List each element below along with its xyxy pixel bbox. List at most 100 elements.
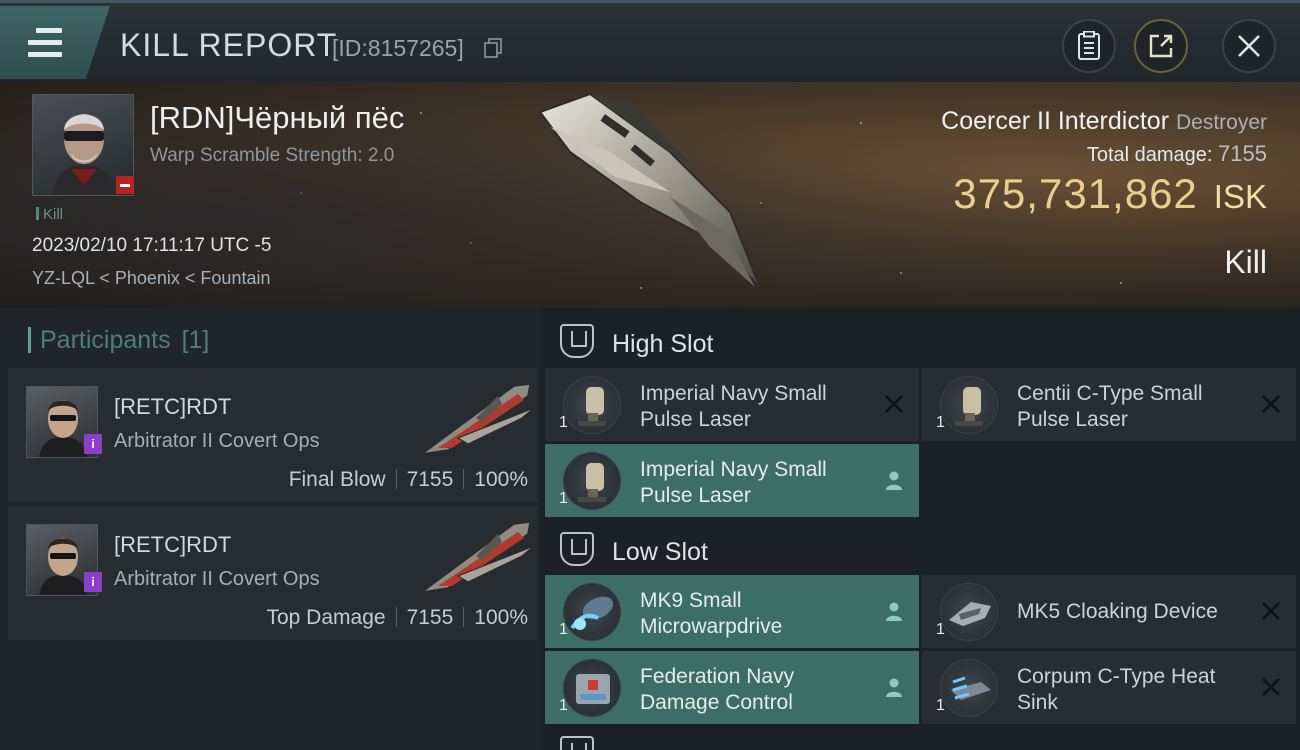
module-name: Imperial Navy Small Pulse Laser <box>640 458 827 507</box>
kill-location[interactable]: YZ-LQL < Phoenix < Fountain <box>32 268 270 289</box>
destroyed-icon <box>1262 602 1280 620</box>
mid-slot-header <box>560 736 612 750</box>
high-slot-header: High Slot <box>560 324 713 359</box>
pulse-laser-icon <box>940 376 998 434</box>
module-qty: 1 <box>559 697 568 714</box>
module-name: MK9 Small Microwarpdrive <box>640 589 783 638</box>
close-button[interactable] <box>1222 19 1276 73</box>
top-bar: KILL REPORT [ID:8157265] <box>0 0 1300 82</box>
participants-panel: Participants [1] i [RETC]RDT Arbitrator … <box>0 308 540 750</box>
total-damage-label: Total damage: <box>1086 144 1213 166</box>
module-name: Centii C-Type Small Pulse Laser <box>1017 382 1203 431</box>
participant-ship-image[interactable] <box>418 378 536 460</box>
participant-name[interactable]: [RETC]RDT <box>114 532 231 558</box>
module-item[interactable]: 1 Federation Navy Damage Control <box>545 651 919 724</box>
heat-sink-icon <box>940 659 998 717</box>
module-name: MK5 Cloaking Device <box>1017 600 1218 623</box>
damage-control-icon <box>563 659 621 717</box>
divider <box>395 607 397 627</box>
victim-ship-name[interactable]: Coercer II Interdictor Destroyer <box>941 107 1267 136</box>
dropped-person-icon <box>886 602 902 621</box>
close-icon <box>1238 35 1260 57</box>
module-qty: 1 <box>559 621 568 638</box>
participant-damage: 7155 <box>406 606 454 629</box>
low-slot-icon <box>560 532 594 566</box>
cloaking-device-icon <box>940 583 998 641</box>
divider <box>463 469 465 489</box>
pulse-laser-icon <box>563 376 621 434</box>
destroyed-icon <box>1262 395 1280 413</box>
module-item[interactable]: 1 Corpum C-Type Heat Sink <box>922 651 1296 724</box>
mid-slot-icon <box>560 736 594 750</box>
participant-card[interactable]: i [RETC]RDT Arbitrator II Covert Ops Top… <box>8 506 538 640</box>
pulse-laser-icon <box>563 452 621 510</box>
hostile-badge <box>116 176 134 194</box>
module-name: Federation Navy Damage Control <box>640 665 795 714</box>
participant-card[interactable]: i [RETC]RDT Arbitrator II Covert Ops Fin… <box>8 368 538 502</box>
module-item[interactable]: 1 Imperial Navy Small Pulse Laser <box>545 368 919 441</box>
fitting-panel: High Slot 1 Imperial Navy Small Pulse La… <box>540 308 1300 750</box>
microwarpdrive-icon <box>563 583 621 641</box>
participant-ship: Arbitrator II Covert Ops <box>114 568 320 590</box>
hamburger-icon <box>28 28 62 64</box>
clipboard-icon <box>1078 31 1100 60</box>
participant-stats: Final Blow 7155 100% <box>289 468 528 492</box>
divider <box>463 607 465 627</box>
participants-heading: Participants [1] <box>28 326 209 355</box>
low-slot-header: Low Slot <box>560 532 708 567</box>
destroyed-icon <box>1262 678 1280 696</box>
menu-button[interactable] <box>0 6 110 79</box>
isk-currency: ISK <box>1213 178 1267 215</box>
share-icon <box>1149 34 1173 58</box>
warp-scramble-strength: Warp Scramble Strength: 2.0 <box>150 145 395 166</box>
participants-count: [1] <box>181 326 210 354</box>
module-qty: 1 <box>936 697 945 714</box>
module-qty: 1 <box>559 490 568 507</box>
module-name: Imperial Navy Small Pulse Laser <box>640 382 827 431</box>
destroyed-icon <box>885 395 903 413</box>
ship-class-label: Destroyer <box>1175 111 1267 134</box>
high-slot-icon <box>560 324 594 358</box>
participant-stats: Top Damage 7155 100% <box>266 606 528 630</box>
info-badge: i <box>84 434 102 454</box>
high-slot-label: High Slot <box>612 330 714 358</box>
isk-value: 375,731,862 ISK <box>953 170 1267 218</box>
kill-datetime: 2023/02/10 17:11:17 UTC -5 <box>32 235 272 256</box>
participant-ship: Arbitrator II Covert Ops <box>114 430 320 452</box>
total-damage: Total damage: 7155 <box>1087 141 1267 167</box>
isk-amount: 375,731,862 <box>953 170 1198 217</box>
report-id: [ID:8157265] <box>332 35 464 61</box>
module-qty: 1 <box>936 414 945 431</box>
participant-role: Top Damage <box>266 606 386 629</box>
module-qty: 1 <box>559 414 568 431</box>
dropped-person-icon <box>886 678 902 697</box>
dropped-person-icon <box>886 471 902 490</box>
participant-damage: 7155 <box>406 468 454 491</box>
low-slot-label: Low Slot <box>612 538 708 566</box>
ship-type-label: Coercer II Interdictor <box>941 107 1170 135</box>
page-title: KILL REPORT <box>120 27 338 63</box>
total-damage-value: 7155 <box>1218 141 1267 166</box>
module-item[interactable]: 1 Centii C-Type Small Pulse Laser <box>922 368 1296 441</box>
victim-name[interactable]: [RDN]Чёрный пёс <box>150 100 404 136</box>
participants-label: Participants <box>40 326 171 354</box>
share-button[interactable] <box>1134 19 1188 73</box>
participant-role: Final Blow <box>288 468 386 491</box>
participant-percent: 100% <box>474 606 528 629</box>
victim-ship-image[interactable] <box>520 82 780 308</box>
module-item[interactable]: 1 MK9 Small Microwarpdrive <box>545 575 919 648</box>
copy-icon[interactable] <box>484 38 502 58</box>
module-item[interactable]: 1 Imperial Navy Small Pulse Laser <box>545 444 919 517</box>
victim-summary: [RDN]Чёрный пёс Warp Scramble Strength: … <box>0 82 1300 308</box>
info-badge: i <box>84 572 102 592</box>
clipboard-button[interactable] <box>1062 19 1116 73</box>
module-item[interactable]: 1 MK5 Cloaking Device <box>922 575 1296 648</box>
participant-name[interactable]: [RETC]RDT <box>114 394 231 420</box>
divider <box>395 469 397 489</box>
participant-percent: 100% <box>474 468 528 491</box>
kill-tag: Kill <box>36 206 63 223</box>
participant-ship-image[interactable] <box>418 516 536 598</box>
module-name: Corpum C-Type Heat Sink <box>1017 665 1216 714</box>
module-qty: 1 <box>936 621 945 638</box>
kill-result: Kill <box>1224 244 1267 280</box>
